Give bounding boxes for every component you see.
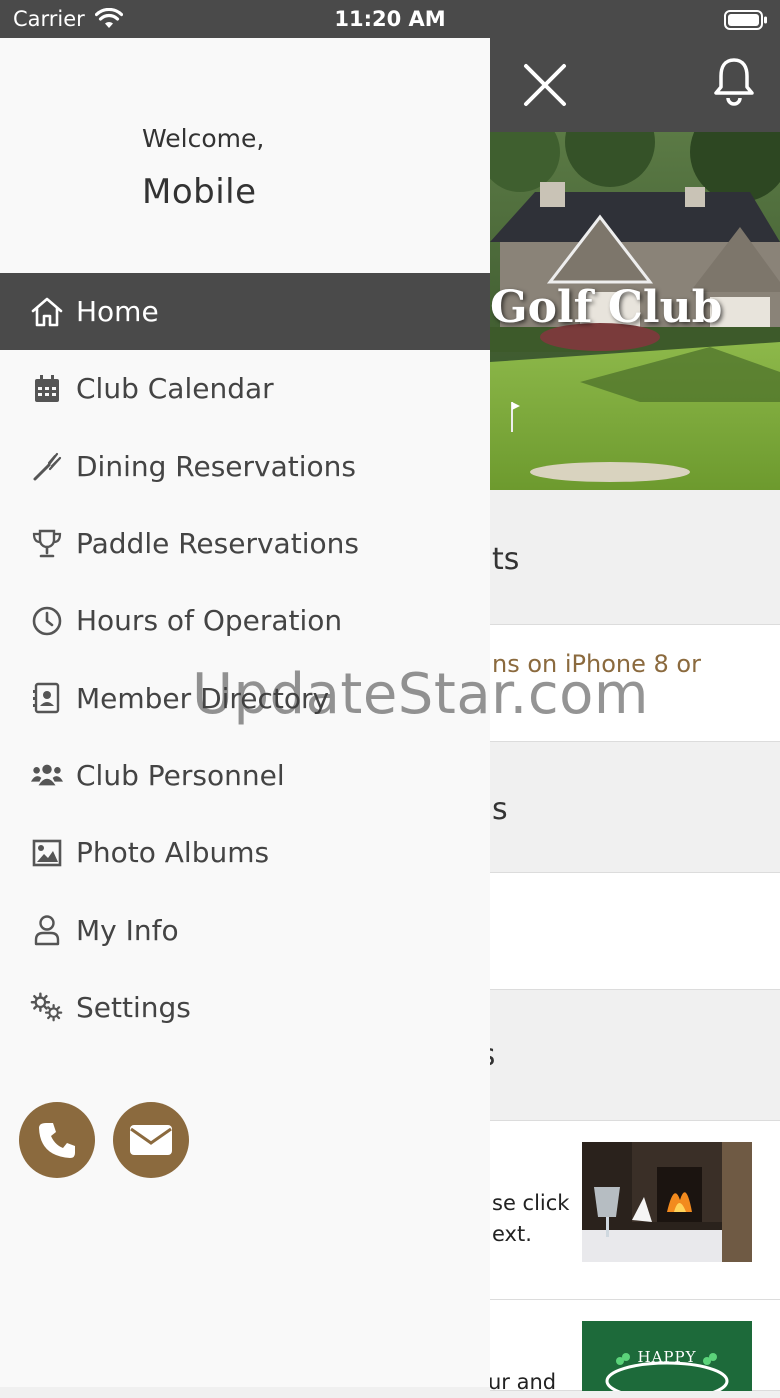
menu-item-home[interactable]: Home bbox=[0, 273, 490, 351]
dining-photo bbox=[582, 1142, 752, 1262]
news-thumbnail-dining[interactable] bbox=[582, 1142, 752, 1262]
home-icon bbox=[30, 295, 64, 329]
menu-item-label: Paddle Reservations bbox=[76, 527, 359, 561]
menu-item-label: Settings bbox=[76, 990, 191, 1024]
user-name: Mobile bbox=[142, 172, 257, 212]
status-bar: Carrier 11:20 AM bbox=[0, 0, 780, 38]
section-title: s bbox=[492, 792, 508, 827]
battery-icon bbox=[724, 10, 767, 30]
news-text-line1: se click bbox=[492, 1191, 570, 1215]
menu-item-photo-albums[interactable]: Photo Albums bbox=[0, 814, 490, 891]
menu-item-paddle-reservations[interactable]: Paddle Reservations bbox=[0, 505, 490, 582]
menu-item-club-calendar[interactable]: Club Calendar bbox=[0, 350, 490, 427]
contact-card-icon bbox=[30, 681, 64, 715]
menu-item-label: Hours of Operation bbox=[76, 604, 343, 638]
menu-item-label: My Info bbox=[76, 913, 179, 947]
calendar-icon bbox=[30, 372, 64, 406]
menu-item-settings[interactable]: Settings bbox=[0, 969, 490, 1046]
gears-icon bbox=[30, 990, 64, 1024]
call-button[interactable] bbox=[19, 1102, 95, 1178]
news-text-line1: ur and bbox=[488, 1370, 557, 1394]
menu-item-label: Club Personnel bbox=[76, 758, 285, 792]
clock-icon bbox=[30, 604, 64, 638]
people-icon bbox=[30, 758, 64, 792]
menu-item-dining-reservations[interactable]: Dining Reservations bbox=[0, 428, 490, 505]
image-icon bbox=[30, 836, 64, 870]
hero-image: Golf Club bbox=[490, 132, 780, 490]
thumb-caption: HAPPY bbox=[637, 1348, 697, 1366]
section-header-3: ts bbox=[468, 990, 780, 1121]
section-header-2: s bbox=[490, 742, 780, 873]
section-title: ts bbox=[492, 542, 520, 577]
welcome-label: Welcome, bbox=[142, 124, 265, 153]
menu-item-label: Club Calendar bbox=[76, 372, 274, 406]
close-icon[interactable] bbox=[522, 62, 568, 108]
menu-item-club-personnel[interactable]: Club Personnel bbox=[0, 737, 490, 814]
news-text-line2: ext. bbox=[492, 1222, 532, 1246]
phone-icon bbox=[39, 1123, 75, 1158]
user-icon bbox=[30, 913, 64, 947]
menu-item-label: Photo Albums bbox=[76, 836, 270, 870]
drawer-menu: Home Club Calendar Dining Reservations P… bbox=[0, 273, 490, 1046]
utensils-icon bbox=[30, 449, 64, 483]
watermark: UpdateStar.com bbox=[192, 662, 649, 727]
bell-icon[interactable] bbox=[711, 56, 757, 106]
section-item-2[interactable] bbox=[490, 873, 780, 990]
section-header-1: ts bbox=[490, 490, 780, 625]
hero-title: Golf Club bbox=[490, 282, 723, 333]
menu-item-hours-of-operation[interactable]: Hours of Operation bbox=[0, 582, 490, 659]
envelope-icon bbox=[130, 1125, 172, 1155]
news-thumbnail-stpatricks[interactable]: HAPPY bbox=[582, 1321, 752, 1391]
trophy-icon bbox=[30, 527, 64, 561]
menu-item-label: Dining Reservations bbox=[76, 449, 356, 483]
menu-item-my-info[interactable]: My Info bbox=[0, 891, 490, 968]
menu-item-label: Home bbox=[76, 295, 159, 329]
clock-time: 11:20 AM bbox=[334, 7, 446, 31]
email-button[interactable] bbox=[113, 1102, 189, 1178]
